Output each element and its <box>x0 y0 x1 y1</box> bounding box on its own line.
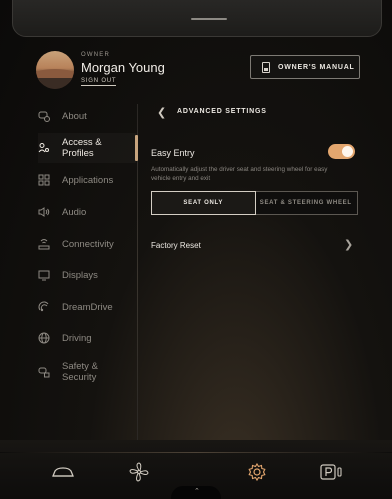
top-pulldown-panel[interactable] <box>12 0 382 37</box>
car-info-icon <box>38 110 50 122</box>
owners-manual-label: OWNER'S MANUAL <box>278 63 355 71</box>
sidebar-item-displays[interactable]: Displays <box>38 269 136 281</box>
dreamdrive-icon <box>38 301 50 313</box>
user-name: Morgan Young <box>81 60 165 75</box>
factory-reset-row[interactable]: Factory Reset <box>151 241 201 250</box>
display-icon <box>38 269 50 281</box>
settings-screen: OWNER Morgan Young SIGN OUT OWNER'S MANU… <box>0 0 392 499</box>
easy-entry-description: Automatically adjust the driver seat and… <box>151 166 328 182</box>
sidebar-item-about[interactable]: About <box>38 110 136 122</box>
sidebar-item-label: Access & Profiles <box>62 137 102 159</box>
pulldown-handle[interactable] <box>191 18 227 20</box>
sidebar-item-label: Audio <box>62 206 87 218</box>
globe-icon <box>38 332 50 344</box>
sidebar-item-driving[interactable]: Driving <box>38 332 136 344</box>
avatar[interactable] <box>36 51 74 89</box>
easy-entry-mode-selector: SEAT ONLY SEAT & STEERING WHEEL <box>151 191 358 215</box>
sidebar-item-label: About <box>62 110 87 122</box>
park-assist-icon[interactable] <box>320 462 344 482</box>
toggle-knob <box>342 146 353 157</box>
back-button[interactable]: ❮ <box>157 107 167 119</box>
sidebar-item-access-profiles[interactable]: Access & Profiles <box>38 137 136 159</box>
owner-role-label: OWNER <box>81 52 110 58</box>
safety-icon <box>38 366 50 378</box>
sidebar-item-safety-security[interactable]: Safety & Security <box>38 361 136 383</box>
seat-only-option[interactable]: SEAT ONLY <box>151 191 256 215</box>
sidebar-item-label: Driving <box>62 332 92 344</box>
chevron-right-icon[interactable]: ❯ <box>344 238 353 251</box>
sidebar-item-label: Displays <box>62 269 98 281</box>
sidebar-item-label: Connectivity <box>62 238 114 250</box>
easy-entry-toggle[interactable] <box>328 144 355 159</box>
person-key-icon <box>38 142 50 154</box>
manual-icon <box>262 61 270 73</box>
sidebar-item-applications[interactable]: Applications <box>38 174 136 186</box>
grid-icon <box>38 174 50 186</box>
sidebar-item-dreamdrive[interactable]: DreamDrive <box>38 301 136 313</box>
easy-entry-label: Easy Entry <box>151 148 195 158</box>
seat-and-steering-wheel-option[interactable]: SEAT & STEERING WHEEL <box>255 192 358 214</box>
settings-gear-icon[interactable] <box>245 462 269 482</box>
speaker-icon <box>38 206 50 218</box>
sidebar-item-label: DreamDrive <box>62 301 113 313</box>
owners-manual-button[interactable]: OWNER'S MANUAL <box>250 55 360 79</box>
chevron-up-icon[interactable]: ⌃ <box>194 487 200 495</box>
sidebar-item-label: Safety & Security <box>62 361 98 383</box>
sidebar-item-connectivity[interactable]: Connectivity <box>38 238 136 250</box>
page-title: ADVANCED SETTINGS <box>177 108 267 115</box>
connectivity-icon <box>38 238 50 250</box>
sign-out-link[interactable]: SIGN OUT <box>81 78 117 86</box>
sidebar-item-label: Applications <box>62 174 114 186</box>
car-icon[interactable] <box>51 462 75 482</box>
fan-icon[interactable] <box>127 462 151 482</box>
sidebar-item-audio[interactable]: Audio <box>38 206 136 218</box>
dock-divider <box>0 452 392 453</box>
avatar-ground <box>36 78 74 89</box>
